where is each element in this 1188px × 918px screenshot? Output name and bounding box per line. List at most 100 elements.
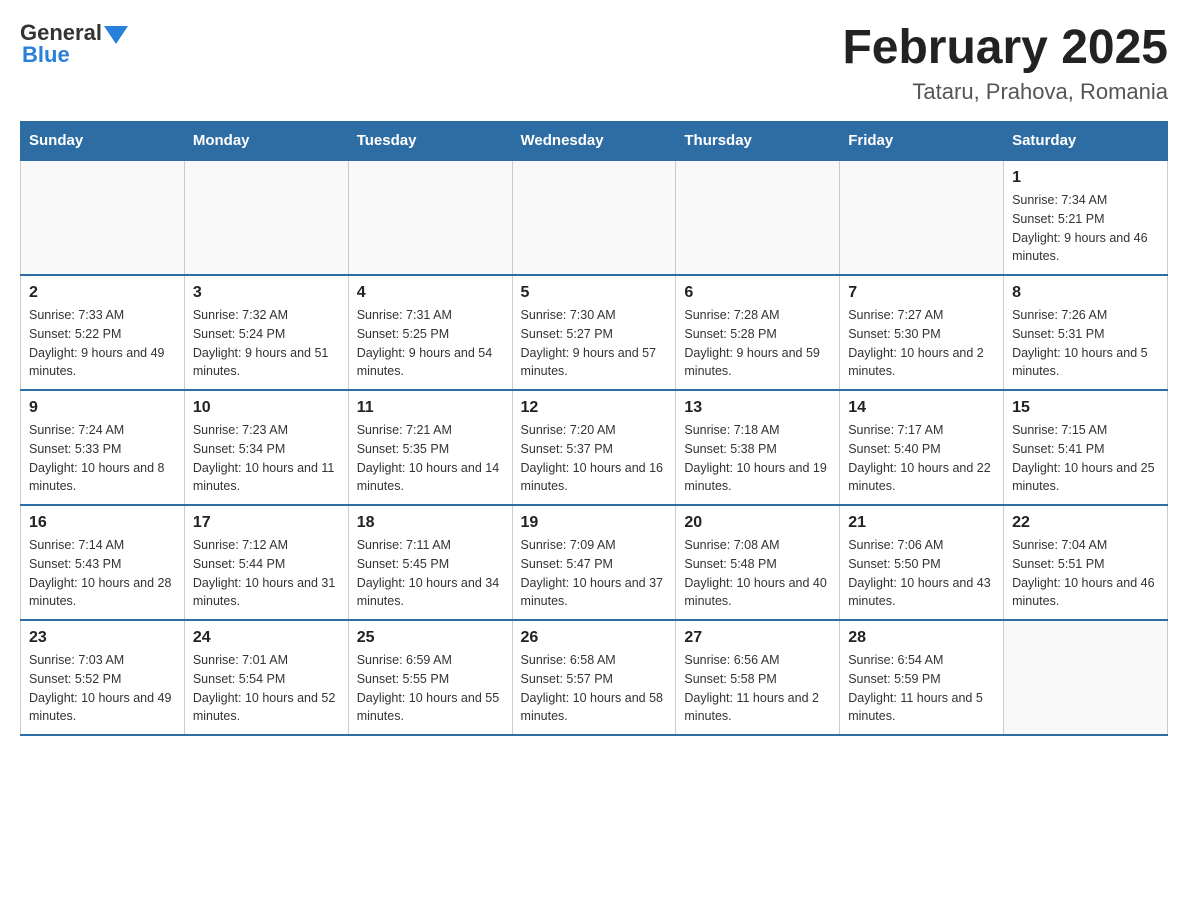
- column-header-monday: Monday: [184, 122, 348, 161]
- column-header-friday: Friday: [840, 122, 1004, 161]
- calendar-cell: 13 Sunrise: 7:18 AMSunset: 5:38 PMDayligh…: [676, 390, 840, 505]
- day-info: Sunrise: 6:59 AMSunset: 5:55 PMDaylight:…: [357, 651, 504, 726]
- day-number: 12: [521, 399, 668, 417]
- day-info: Sunrise: 7:11 AMSunset: 5:45 PMDaylight:…: [357, 536, 504, 611]
- day-number: 24: [193, 629, 340, 647]
- calendar-cell: 2 Sunrise: 7:33 AMSunset: 5:22 PMDaylight…: [21, 275, 185, 390]
- day-number: 25: [357, 629, 504, 647]
- calendar-cell: 3Sunrise: 7:32 AMSunset: 5:24 PMDaylight…: [184, 275, 348, 390]
- day-number: 10: [193, 399, 340, 417]
- day-info: Sunrise: 6:56 AMSunset: 5:58 PMDaylight:…: [684, 651, 831, 726]
- calendar-cell: 23 Sunrise: 7:03 AMSunset: 5:52 PMDayligh…: [21, 620, 185, 735]
- calendar-cell: 10 Sunrise: 7:23 AMSunset: 5:34 PMDayligh…: [184, 390, 348, 505]
- day-info: Sunrise: 7:03 AMSunset: 5:52 PMDaylight:…: [29, 651, 176, 726]
- calendar-cell: 4 Sunrise: 7:31 AMSunset: 5:25 PMDaylight…: [348, 275, 512, 390]
- calendar-cell: 12 Sunrise: 7:20 AMSunset: 5:37 PMDayligh…: [512, 390, 676, 505]
- day-number: 5: [521, 284, 668, 302]
- day-info: Sunrise: 7:30 AMSunset: 5:27 PMDaylight:…: [521, 306, 668, 381]
- calendar-cell: 28 Sunrise: 6:54 AMSunset: 5:59 PMDayligh…: [840, 620, 1004, 735]
- calendar-cell: 26 Sunrise: 6:58 AMSunset: 5:57 PMDayligh…: [512, 620, 676, 735]
- day-number: 13: [684, 399, 831, 417]
- day-number: 21: [848, 514, 995, 532]
- logo-text-blue: Blue: [20, 42, 70, 68]
- day-number: 19: [521, 514, 668, 532]
- column-header-thursday: Thursday: [676, 122, 840, 161]
- calendar-week-row: 23 Sunrise: 7:03 AMSunset: 5:52 PMDayligh…: [21, 620, 1168, 735]
- day-number: 4: [357, 284, 504, 302]
- calendar-week-row: 1 Sunrise: 7:34 AMSunset: 5:21 PMDaylight…: [21, 160, 1168, 275]
- day-info: Sunrise: 7:28 AMSunset: 5:28 PMDaylight:…: [684, 306, 831, 381]
- day-info: Sunrise: 7:23 AMSunset: 5:34 PMDaylight:…: [193, 421, 340, 496]
- day-info: Sunrise: 7:32 AMSunset: 5:24 PMDaylight:…: [193, 306, 340, 381]
- day-info: Sunrise: 7:21 AMSunset: 5:35 PMDaylight:…: [357, 421, 504, 496]
- title-block: February 2025 Tataru, Prahova, Romania: [842, 20, 1168, 105]
- calendar-cell: 21 Sunrise: 7:06 AMSunset: 5:50 PMDayligh…: [840, 505, 1004, 620]
- day-info: Sunrise: 7:08 AMSunset: 5:48 PMDaylight:…: [684, 536, 831, 611]
- day-info: Sunrise: 7:20 AMSunset: 5:37 PMDaylight:…: [521, 421, 668, 496]
- calendar-cell: 14 Sunrise: 7:17 AMSunset: 5:40 PMDayligh…: [840, 390, 1004, 505]
- day-info: Sunrise: 6:54 AMSunset: 5:59 PMDaylight:…: [848, 651, 995, 726]
- column-header-sunday: Sunday: [21, 122, 185, 161]
- calendar-cell: 19 Sunrise: 7:09 AMSunset: 5:47 PMDayligh…: [512, 505, 676, 620]
- calendar-title: February 2025: [842, 20, 1168, 75]
- calendar-cell: 6 Sunrise: 7:28 AMSunset: 5:28 PMDaylight…: [676, 275, 840, 390]
- calendar-week-row: 16 Sunrise: 7:14 AMSunset: 5:43 PMDayligh…: [21, 505, 1168, 620]
- logo: General Blue: [20, 20, 128, 68]
- day-number: 15: [1012, 399, 1159, 417]
- day-info: Sunrise: 7:04 AMSunset: 5:51 PMDaylight:…: [1012, 536, 1159, 611]
- calendar-cell: 9Sunrise: 7:24 AMSunset: 5:33 PMDaylight…: [21, 390, 185, 505]
- column-header-saturday: Saturday: [1004, 122, 1168, 161]
- day-info: Sunrise: 7:14 AMSunset: 5:43 PMDaylight:…: [29, 536, 176, 611]
- day-info: Sunrise: 7:06 AMSunset: 5:50 PMDaylight:…: [848, 536, 995, 611]
- day-number: 6: [684, 284, 831, 302]
- calendar-cell: 15 Sunrise: 7:15 AMSunset: 5:41 PMDayligh…: [1004, 390, 1168, 505]
- day-number: 16: [29, 514, 176, 532]
- calendar-cell: [840, 160, 1004, 275]
- column-header-tuesday: Tuesday: [348, 122, 512, 161]
- calendar-cell: [676, 160, 840, 275]
- calendar-cell: [21, 160, 185, 275]
- day-info: Sunrise: 7:34 AMSunset: 5:21 PMDaylight:…: [1012, 191, 1159, 266]
- day-number: 27: [684, 629, 831, 647]
- calendar-cell: [512, 160, 676, 275]
- calendar-cell: 5 Sunrise: 7:30 AMSunset: 5:27 PMDaylight…: [512, 275, 676, 390]
- day-info: Sunrise: 7:15 AMSunset: 5:41 PMDaylight:…: [1012, 421, 1159, 496]
- day-info: Sunrise: 7:33 AMSunset: 5:22 PMDaylight:…: [29, 306, 176, 381]
- day-number: 11: [357, 399, 504, 417]
- day-number: 28: [848, 629, 995, 647]
- calendar-cell: 8Sunrise: 7:26 AMSunset: 5:31 PMDaylight…: [1004, 275, 1168, 390]
- day-number: 2: [29, 284, 176, 302]
- day-number: 26: [521, 629, 668, 647]
- day-info: Sunrise: 7:24 AMSunset: 5:33 PMDaylight:…: [29, 421, 176, 496]
- day-info: Sunrise: 7:01 AMSunset: 5:54 PMDaylight:…: [193, 651, 340, 726]
- day-info: Sunrise: 7:17 AMSunset: 5:40 PMDaylight:…: [848, 421, 995, 496]
- day-number: 22: [1012, 514, 1159, 532]
- column-header-wednesday: Wednesday: [512, 122, 676, 161]
- day-info: Sunrise: 7:27 AMSunset: 5:30 PMDaylight:…: [848, 306, 995, 381]
- day-number: 14: [848, 399, 995, 417]
- day-info: Sunrise: 7:09 AMSunset: 5:47 PMDaylight:…: [521, 536, 668, 611]
- calendar-cell: 18Sunrise: 7:11 AMSunset: 5:45 PMDayligh…: [348, 505, 512, 620]
- calendar-cell: 17Sunrise: 7:12 AMSunset: 5:44 PMDayligh…: [184, 505, 348, 620]
- day-number: 7: [848, 284, 995, 302]
- calendar-week-row: 9Sunrise: 7:24 AMSunset: 5:33 PMDaylight…: [21, 390, 1168, 505]
- calendar-cell: 7 Sunrise: 7:27 AMSunset: 5:30 PMDaylight…: [840, 275, 1004, 390]
- calendar-cell: 1 Sunrise: 7:34 AMSunset: 5:21 PMDaylight…: [1004, 160, 1168, 275]
- calendar-subtitle: Tataru, Prahova, Romania: [842, 79, 1168, 105]
- calendar-header-row: SundayMondayTuesdayWednesdayThursdayFrid…: [21, 122, 1168, 161]
- calendar-cell: 20 Sunrise: 7:08 AMSunset: 5:48 PMDayligh…: [676, 505, 840, 620]
- calendar-cell: 22 Sunrise: 7:04 AMSunset: 5:51 PMDayligh…: [1004, 505, 1168, 620]
- day-number: 23: [29, 629, 176, 647]
- logo-triangle-icon: [104, 26, 128, 44]
- day-number: 20: [684, 514, 831, 532]
- day-info: Sunrise: 6:58 AMSunset: 5:57 PMDaylight:…: [521, 651, 668, 726]
- day-number: 1: [1012, 169, 1159, 187]
- calendar-table: SundayMondayTuesdayWednesdayThursdayFrid…: [20, 121, 1168, 736]
- day-info: Sunrise: 7:31 AMSunset: 5:25 PMDaylight:…: [357, 306, 504, 381]
- calendar-cell: 11 Sunrise: 7:21 AMSunset: 5:35 PMDayligh…: [348, 390, 512, 505]
- calendar-cell: 25 Sunrise: 6:59 AMSunset: 5:55 PMDayligh…: [348, 620, 512, 735]
- calendar-cell: 24 Sunrise: 7:01 AMSunset: 5:54 PMDayligh…: [184, 620, 348, 735]
- page-header: General Blue February 2025 Tataru, Praho…: [20, 20, 1168, 105]
- day-info: Sunrise: 7:18 AMSunset: 5:38 PMDaylight:…: [684, 421, 831, 496]
- calendar-week-row: 2 Sunrise: 7:33 AMSunset: 5:22 PMDaylight…: [21, 275, 1168, 390]
